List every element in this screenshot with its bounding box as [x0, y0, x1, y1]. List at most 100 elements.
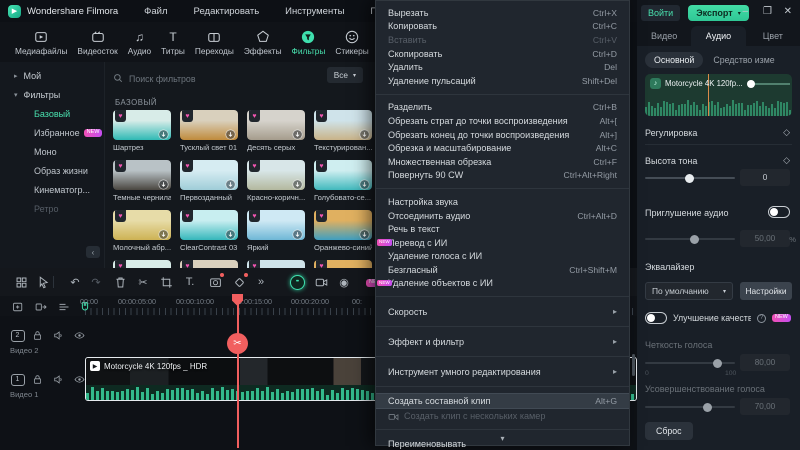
filter-thumbnail[interactable]: ♥ — [314, 260, 372, 268]
keyframe-diamond-icon[interactable]: ◇ — [783, 127, 790, 138]
equalizer-preset-dropdown[interactable]: По умолчанию ▾ — [645, 282, 733, 300]
menu-item-Обрезать страт до точки воспроизведения[interactable]: Обрезать страт до точки воспроизведения A… — [376, 114, 629, 128]
favorite-heart-icon[interactable]: ♥ — [182, 210, 193, 222]
filter-thumbnail[interactable]: ♥ Тусклый свет 01 — [180, 110, 238, 152]
filter-thumbnail[interactable]: ♥ Первозданный — [180, 160, 238, 202]
select-tool-icon[interactable] — [34, 273, 52, 291]
menu-item-Обрезать конец до точки воспроизведения[interactable]: Обрезать конец до точки воспроизведения A… — [376, 128, 629, 142]
voice-enhancement-value[interactable]: 70,00 — [740, 398, 790, 415]
ducking-slider[interactable] — [645, 234, 735, 244]
tab-mediafiles[interactable]: Медиафайлы — [12, 29, 70, 56]
filter-thumbnail[interactable]: ♥ Десять серых — [247, 110, 305, 152]
download-icon[interactable] — [359, 127, 370, 140]
search-bar[interactable]: Поиск фильтров — [113, 70, 196, 88]
undo-icon[interactable]: ↶ — [66, 273, 84, 291]
download-icon[interactable] — [292, 127, 303, 140]
menu-item-Настройка звука[interactable]: Настройка звука — [376, 195, 629, 209]
filter-thumbnail[interactable]: ♥ Голубовато-се... — [314, 160, 372, 202]
window-minimize-button[interactable]: – — [742, 6, 748, 17]
login-button[interactable]: Войти — [641, 5, 681, 21]
menu-item-Скопировать[interactable]: Скопировать Ctrl+D — [376, 47, 629, 61]
delete-icon[interactable] — [111, 273, 129, 291]
clarity-slider[interactable] — [645, 358, 735, 368]
menu-item-Отсоединить аудио[interactable]: Отсоединить аудио Ctrl+Alt+D — [376, 209, 629, 223]
add-track-icon[interactable] — [10, 299, 26, 315]
menubar-item-Инструменты[interactable]: Инструменты — [285, 6, 344, 17]
redo-icon[interactable]: ↷ — [87, 273, 105, 291]
panel-subtab-Основной[interactable]: Основной — [645, 52, 704, 68]
menu-item-Эффект и фильтр[interactable]: Эффект и фильтр ▸ — [376, 333, 629, 350]
menu-item-Удаление объектов с ИИ[interactable]: NEW Удаление объектов с ИИ — [376, 277, 629, 291]
tab-titles[interactable]: T Титры — [158, 29, 188, 56]
download-icon[interactable] — [225, 177, 236, 190]
crop-icon[interactable] — [157, 273, 175, 291]
favorite-heart-icon[interactable]: ♥ — [249, 160, 260, 172]
filter-thumbnail[interactable]: ♥ Молочный абр... — [113, 210, 171, 252]
menu-item-Речь в текст[interactable]: Речь в текст — [376, 222, 629, 236]
menu-item-Разделить[interactable]: Разделить Ctrl+B — [376, 101, 629, 115]
menu-item-Перевод с ИИ[interactable]: NEW Перевод с ИИ — [376, 236, 629, 250]
filter-thumbnail[interactable]: ♥ Шартрез — [113, 110, 171, 152]
audio-clip-widget[interactable]: ♪ Motorcycle 4K 120fp... — [645, 74, 792, 116]
menubar-item-Файл[interactable]: Файл — [144, 6, 167, 17]
sidebar-item-Моно[interactable]: Моно — [0, 138, 104, 157]
sidebar-collapse-button[interactable]: ‹ — [86, 246, 100, 258]
clarity-value[interactable]: 80,00 — [740, 354, 790, 371]
eye-icon[interactable] — [72, 372, 87, 387]
tab-stock[interactable]: Видеосток — [74, 29, 120, 56]
ducking-toggle[interactable] — [768, 206, 790, 218]
record-icon[interactable]: ◉ — [335, 273, 353, 291]
menu-item-Обрезка и масштабирование[interactable]: Обрезка и масштабирование Alt+C — [376, 141, 629, 155]
ducking-value[interactable]: 50,00 — [740, 230, 790, 247]
filter-thumbnail[interactable]: ♥ — [247, 260, 305, 268]
download-icon[interactable] — [292, 227, 303, 240]
menubar-item-Редактировать[interactable]: Редактировать — [194, 6, 260, 17]
sidebar-item-Образ жизни[interactable]: Образ жизни — [0, 157, 104, 176]
download-icon[interactable] — [359, 177, 370, 190]
menu-item-Вырезать[interactable]: Вырезать Ctrl+X — [376, 6, 629, 20]
favorite-heart-icon[interactable]: ♥ — [249, 110, 260, 122]
tab-filters[interactable]: Фильтры — [289, 29, 329, 56]
audio-volume-slider[interactable] — [746, 79, 790, 88]
menu-scroll-down-icon[interactable]: ▾ — [376, 434, 629, 443]
download-icon[interactable] — [158, 227, 169, 240]
favorite-heart-icon[interactable]: ♥ — [316, 110, 327, 122]
panel-subtab-Средство изме[interactable]: Средство изме — [713, 55, 774, 65]
menu-item-Скорость[interactable]: Скорость ▸ — [376, 303, 629, 320]
tab-transitions[interactable]: Переходы — [192, 29, 237, 56]
menu-item-Множественная обрезка[interactable]: Множественная обрезка Ctrl+F — [376, 155, 629, 169]
lock-icon[interactable] — [30, 372, 45, 387]
menu-item-Удаление пульсаций[interactable]: Удаление пульсаций Shift+Del — [376, 74, 629, 88]
menu-item-Инструмент умного редактирования[interactable]: Инструмент умного редактирования ▸ — [376, 363, 629, 380]
filter-thumbnail[interactable]: ♥ — [180, 260, 238, 268]
export-button[interactable]: Экспорт ▾ — [688, 5, 749, 21]
tab-stickers[interactable]: Стикеры — [332, 29, 371, 56]
sidebar-item-Ретро[interactable]: Ретро — [0, 195, 104, 214]
favorite-heart-icon[interactable]: ♥ — [249, 210, 260, 222]
ai-copilot-icon[interactable]: •• — [288, 273, 306, 291]
filter-thumbnail[interactable]: ♥ Темные чернила — [113, 160, 171, 202]
sidebar-item-Избранное[interactable]: Избранное NEW — [0, 119, 104, 138]
panel-tab-Видео[interactable]: Видео — [637, 26, 691, 46]
eye-icon[interactable] — [72, 328, 87, 343]
favorite-heart-icon[interactable]: ♥ — [316, 160, 327, 172]
more-icon[interactable]: » — [252, 273, 270, 291]
favorite-heart-icon[interactable]: ♥ — [182, 260, 193, 268]
filter-thumbnail[interactable]: ♥ Оранжево-синий — [314, 210, 372, 252]
lock-icon[interactable] — [30, 328, 45, 343]
filter-thumbnail[interactable]: ♥ Текстурирован... — [314, 110, 372, 152]
vertical-scrollbar[interactable] — [632, 354, 635, 376]
voice-enhance-toggle[interactable] — [645, 312, 667, 324]
filter-all-dropdown[interactable]: Все ▾ — [326, 67, 363, 83]
menu-item-Создать составной клип[interactable]: Создать составной клип Alt+G — [376, 393, 629, 410]
reset-button[interactable]: Сброс — [645, 422, 693, 440]
menu-item-Удаление голоса с ИИ[interactable]: Удаление голоса с ИИ — [376, 250, 629, 264]
mask-icon[interactable] — [206, 273, 224, 291]
tab-effects[interactable]: Эффекты — [241, 29, 285, 56]
equalizer-settings-button[interactable]: Настройки — [740, 282, 792, 300]
workspace-icon[interactable] — [12, 273, 30, 291]
favorite-heart-icon[interactable]: ♥ — [316, 210, 327, 222]
download-icon[interactable] — [225, 227, 236, 240]
sidebar-item-Кинематогр...[interactable]: Кинематогр... — [0, 176, 104, 195]
filter-thumbnail[interactable]: ♥ Красно-коричн... — [247, 160, 305, 202]
